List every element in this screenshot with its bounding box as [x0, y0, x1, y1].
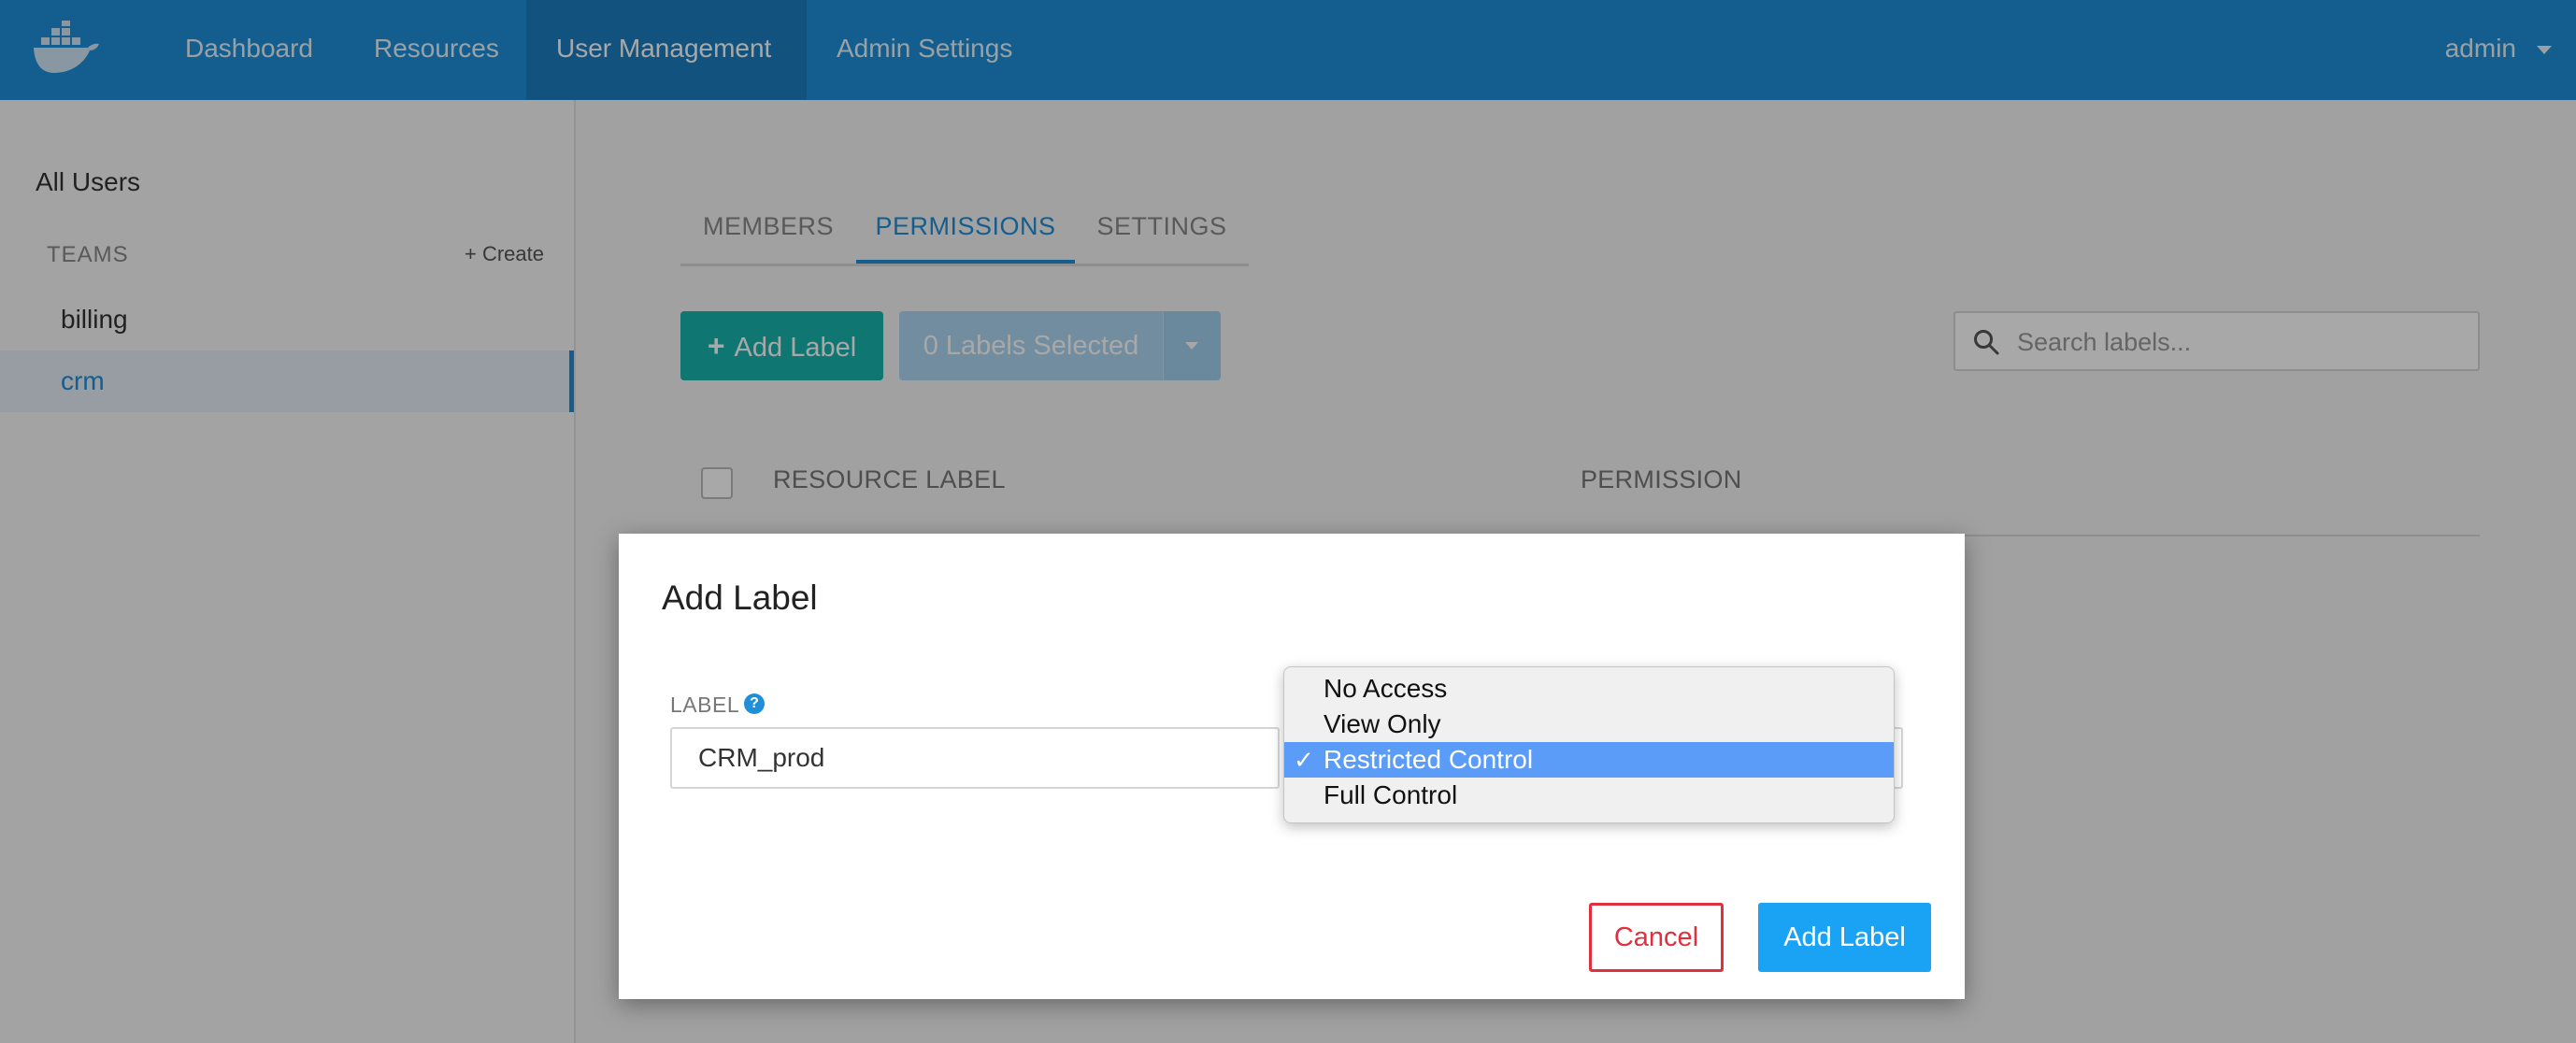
label-field-label: LABEL	[670, 693, 740, 717]
add-label-submit-button[interactable]: Add Label	[1758, 903, 1931, 972]
checkmark-icon: ✓	[1294, 746, 1314, 774]
modal-title: Add Label	[662, 579, 818, 617]
add-label-modal: Add Label LABEL ? ▴▾ No Access View Only…	[619, 534, 1965, 999]
question-icon[interactable]: ?	[744, 693, 765, 714]
option-label: Full Control	[1324, 780, 1458, 809]
permission-option-no-access[interactable]: No Access	[1284, 671, 1894, 707]
option-label: Restricted Control	[1324, 745, 1534, 774]
label-input[interactable]	[670, 727, 1280, 789]
cancel-button[interactable]: Cancel	[1589, 903, 1724, 972]
permission-dropdown-menu: No Access View Only ✓ Restricted Control …	[1283, 666, 1895, 823]
option-label: No Access	[1324, 674, 1448, 703]
permission-option-restricted-control[interactable]: ✓ Restricted Control	[1284, 742, 1894, 778]
permission-option-view-only[interactable]: View Only	[1284, 707, 1894, 742]
permission-option-full-control[interactable]: Full Control	[1284, 778, 1894, 813]
option-label: View Only	[1324, 709, 1441, 738]
